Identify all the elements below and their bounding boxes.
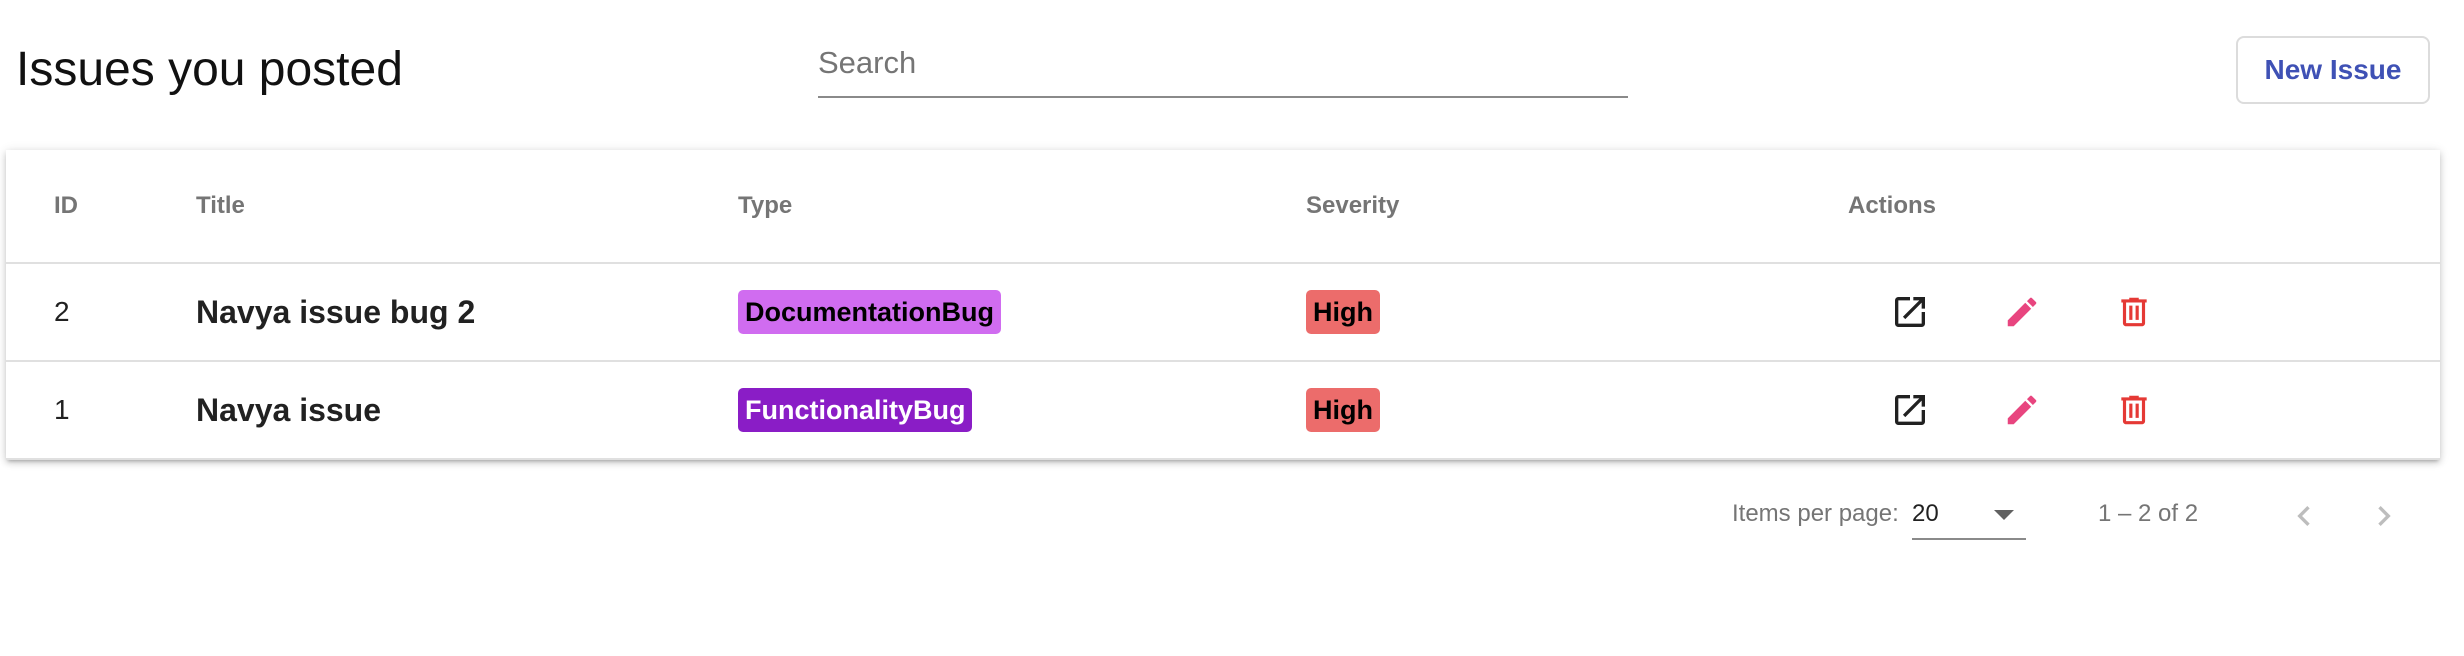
search-field[interactable] [818,38,1628,98]
edit-issue-button[interactable] [1998,386,2046,434]
edit-pencil-icon [2007,395,2037,425]
page-size-value: 20 [1912,500,1939,527]
edit-issue-button[interactable] [1998,288,2046,336]
type-chip: FunctionalityBug [738,388,973,432]
table-row: 2 Navya issue bug 2 DocumentationBug Hig… [6,264,2440,362]
column-header-id[interactable]: ID [54,150,78,262]
page-range-label: 1 – 2 of 2 [2098,500,2199,527]
open-in-new-icon [1895,297,1925,327]
table-row: 1 Navya issue FunctionalityBug High [6,362,2440,460]
delete-trash-icon [2121,395,2147,425]
issue-severity-cell: High [1306,264,1380,360]
issue-id: 2 [54,296,70,327]
issue-type-cell: DocumentationBug [738,264,1001,360]
issues-table: ID Title Type Severity Actions 2 Navya i… [6,150,2440,460]
previous-page-button[interactable] [2280,492,2328,540]
new-issue-button[interactable]: New Issue [2236,36,2430,104]
issue-title: Navya issue bug 2 [196,293,476,330]
issues-page: Issues you posted New Issue ID Title Typ… [0,0,2464,656]
type-chip: DocumentationBug [738,290,1001,334]
issue-type-cell: FunctionalityBug [738,362,973,458]
page-title: Issues you posted [16,43,403,96]
next-page-button[interactable] [2360,492,2408,540]
delete-issue-button[interactable] [2110,386,2158,434]
edit-pencil-icon [2007,297,2037,327]
open-issue-button[interactable] [1886,288,1934,336]
dropdown-arrow-icon [1994,510,2014,520]
severity-chip: High [1306,290,1380,334]
issue-severity-cell: High [1306,362,1380,458]
delete-issue-button[interactable] [2110,288,2158,336]
issue-title: Navya issue [196,391,382,428]
search-input[interactable] [818,38,1628,88]
issue-id-cell: 1 [54,362,70,458]
column-header-title[interactable]: Title [196,150,245,262]
open-in-new-icon [1895,395,1925,425]
page-size-select[interactable]: 20 [1912,494,2026,540]
issue-id: 1 [54,394,70,425]
column-header-type[interactable]: Type [738,150,792,262]
column-header-severity[interactable]: Severity [1306,150,1399,262]
chevron-right-icon [2378,506,2391,526]
items-per-page-label: Items per page: [1732,500,1899,527]
issue-id-cell: 2 [54,264,70,360]
open-issue-button[interactable] [1886,386,1934,434]
delete-trash-icon [2121,297,2147,327]
table-header-row: ID Title Type Severity Actions [6,150,2440,264]
severity-chip: High [1306,388,1380,432]
issue-title-cell: Navya issue [196,362,381,458]
issue-title-cell: Navya issue bug 2 [196,264,475,360]
column-header-actions: Actions [1848,192,1937,219]
chevron-left-icon [2297,506,2310,526]
